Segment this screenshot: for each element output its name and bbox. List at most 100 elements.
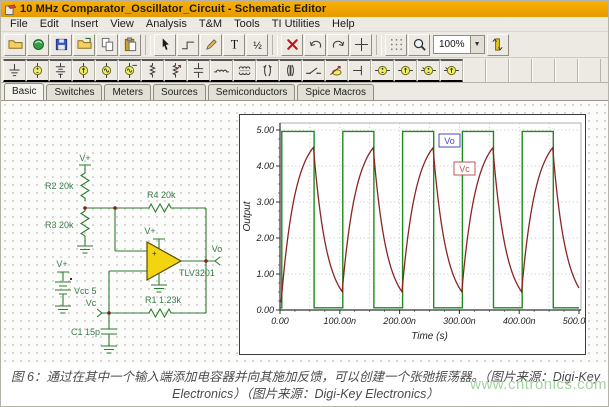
tab-meters[interactable]: Meters: [104, 84, 151, 100]
current-generator-component-button[interactable]: [118, 59, 141, 82]
zoom-level-dropdown[interactable]: 100%▼: [433, 35, 485, 54]
vcvs-icon: [375, 63, 390, 78]
undo-icon: [308, 37, 323, 52]
current-source-component-button[interactable]: [72, 59, 95, 82]
menu-help[interactable]: Help: [326, 18, 361, 30]
chevron-down-icon[interactable]: ▼: [470, 36, 484, 53]
capacitor-icon: [191, 63, 206, 78]
ground-symbol[interactable]: [101, 346, 117, 353]
terminal-component-button[interactable]: [348, 59, 371, 82]
ground-symbol[interactable]: [77, 239, 93, 253]
y-tick-label: 3.00: [256, 197, 274, 207]
crosshair-button[interactable]: [350, 34, 372, 56]
open-button[interactable]: [4, 34, 26, 56]
tab-spice-macros[interactable]: Spice Macros: [297, 84, 374, 100]
schematic-canvas[interactable]: V+ R2 20k R3 20k R4 20k V+ TLV3201 Vo Vc…: [1, 101, 609, 363]
y-tick-label: 0.00: [256, 305, 274, 315]
menu-analysis[interactable]: Analysis: [140, 18, 193, 30]
switch-icon: [306, 63, 321, 78]
fraction-button[interactable]: ½: [246, 34, 268, 56]
menu-insert[interactable]: Insert: [65, 18, 105, 30]
potentiometer-component-button[interactable]: [164, 59, 187, 82]
relay-component-button[interactable]: [325, 59, 348, 82]
capacitor-c1[interactable]: [101, 313, 117, 346]
delete-button[interactable]: [281, 34, 303, 56]
menu-view[interactable]: View: [104, 18, 140, 30]
toolbar-separator: [376, 35, 382, 55]
examples-icon: [31, 37, 46, 52]
oscillator-schematic[interactable]: V+ R2 20k R3 20k R4 20k V+ TLV3201 Vo Vc…: [1, 101, 239, 363]
cccs-icon: [444, 63, 459, 78]
text-button[interactable]: T: [223, 34, 245, 56]
copy-button[interactable]: [96, 34, 118, 56]
nonlinear-transformer-icon: [283, 63, 298, 78]
terminal-icon: [352, 63, 367, 78]
paste-icon: [123, 37, 138, 52]
coupled-inductors-component-button[interactable]: [233, 59, 256, 82]
voltage-source-component-button[interactable]: [26, 59, 49, 82]
paste-button[interactable]: [119, 34, 141, 56]
c1-label: C1 15p: [71, 327, 100, 337]
select-button[interactable]: [154, 34, 176, 56]
resistor-r4[interactable]: [147, 204, 173, 212]
vcvs-component-button[interactable]: [371, 59, 394, 82]
open-icon: [8, 37, 23, 52]
grid-button[interactable]: [385, 34, 407, 56]
y-axis-title: Output: [242, 200, 253, 231]
ground-icon: [7, 63, 22, 78]
x-tick-label: 100.00n: [324, 316, 357, 326]
y-tick-label: 1.00: [256, 269, 274, 279]
wire-button[interactable]: [177, 34, 199, 56]
legend-label: Vc: [459, 164, 470, 174]
battery-icon: [53, 63, 68, 78]
save-button[interactable]: [50, 34, 72, 56]
switch-component-button[interactable]: [302, 59, 325, 82]
watermark: www.cntronics.com: [470, 375, 607, 395]
interactive-button[interactable]: [487, 34, 509, 56]
x-axis-title: Time (s): [411, 331, 448, 342]
tab-sources[interactable]: Sources: [153, 84, 206, 100]
menu-edit[interactable]: Edit: [34, 18, 65, 30]
ccvs-component-button[interactable]: [417, 59, 440, 82]
interactive-icon: [490, 37, 505, 52]
save-icon: [54, 37, 69, 52]
relay-icon: [329, 63, 344, 78]
tab-semiconductors[interactable]: Semiconductors: [208, 84, 296, 100]
resistor-component-button[interactable]: [141, 59, 164, 82]
y-tick-label: 5.00: [256, 125, 274, 135]
main-toolbar: T½ 100%▼: [1, 32, 608, 58]
menubar: FileEditInsertViewAnalysisT&MToolsTI Uti…: [1, 17, 608, 32]
vccs-component-button[interactable]: [394, 59, 417, 82]
text-icon: T: [227, 37, 242, 52]
battery-vcc[interactable]: [55, 282, 71, 306]
delete-icon: [285, 37, 300, 52]
cccs-component-button[interactable]: [440, 59, 463, 82]
undo-button[interactable]: [304, 34, 326, 56]
tab-basic[interactable]: Basic: [4, 83, 44, 100]
pencil-button[interactable]: [200, 34, 222, 56]
voltage-generator-component-button[interactable]: [95, 59, 118, 82]
transformer-component-button[interactable]: [256, 59, 279, 82]
menu-ti-utilities[interactable]: TI Utilities: [266, 18, 326, 30]
battery-component-button[interactable]: [49, 59, 72, 82]
ground-symbol[interactable]: [55, 306, 71, 313]
ground-component-button[interactable]: [3, 59, 26, 82]
battery-label: Vcc 5: [74, 286, 97, 296]
resistor-r3[interactable]: [81, 208, 89, 239]
nonlinear-transformer-component-button[interactable]: [279, 59, 302, 82]
resistor-r1[interactable]: [147, 309, 173, 317]
redo-button[interactable]: [327, 34, 349, 56]
resistor-icon: [145, 63, 160, 78]
menu-t-m[interactable]: T&M: [193, 18, 228, 30]
menu-file[interactable]: File: [4, 18, 34, 30]
window-title: 10 MHz Comparator_Oscillator_Circuit - S…: [20, 3, 326, 15]
tab-switches[interactable]: Switches: [46, 84, 102, 100]
zoom-lens-button[interactable]: [408, 34, 430, 56]
capacitor-component-button[interactable]: [187, 59, 210, 82]
resistor-r2[interactable]: [81, 171, 89, 201]
examples-button[interactable]: [27, 34, 49, 56]
open-file-button[interactable]: [73, 34, 95, 56]
comparator-tlv3201[interactable]: [147, 242, 181, 280]
inductor-component-button[interactable]: [210, 59, 233, 82]
menu-tools[interactable]: Tools: [228, 18, 266, 30]
